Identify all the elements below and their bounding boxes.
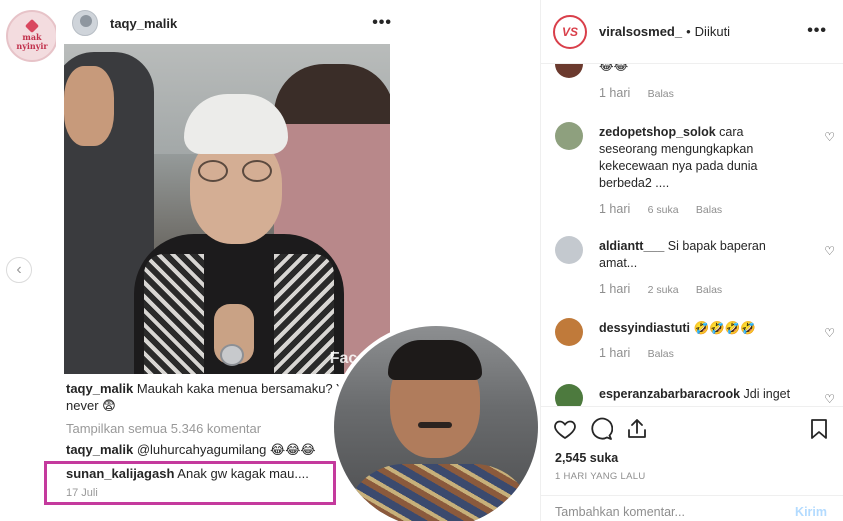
- embedded-avatar: [72, 10, 98, 36]
- comment-time: 1 hari: [599, 202, 631, 216]
- comment-meta: 1 hari 6 suka Balas: [599, 202, 736, 216]
- comment-bubble-icon[interactable]: [589, 417, 613, 441]
- comment-text: 😂😂: [599, 64, 629, 73]
- heart-outline-icon[interactable]: ♡: [824, 392, 835, 406]
- share-upload-icon[interactable]: [625, 417, 649, 441]
- comment-user[interactable]: zedopetshop_solok: [599, 125, 716, 139]
- comment-user[interactable]: dessyindiastuti: [599, 321, 690, 335]
- comments-list[interactable]: 😂😂 1 hari Balas zedopetshop_solok cara s…: [541, 64, 843, 406]
- commenter-avatar[interactable]: [555, 318, 583, 346]
- watermark-logo-line2: nyinyir: [16, 41, 48, 51]
- comment-user[interactable]: esperanzabarbaracrook: [599, 387, 740, 401]
- heart-outline-icon[interactable]: ♡: [824, 130, 835, 144]
- follow-status-button[interactable]: Diikuti: [695, 24, 730, 39]
- comment-meta: 1 hari Balas: [599, 86, 688, 100]
- embedded-caption-user: taqy_malik: [66, 381, 134, 396]
- add-comment-bar: Tambahkan komentar... Kirim: [541, 495, 843, 521]
- comment-reply-button[interactable]: Balas: [696, 284, 722, 296]
- comment-text: 🤣🤣🤣🤣: [693, 321, 756, 335]
- send-comment-button[interactable]: Kirim: [795, 505, 827, 519]
- embedded-username: taqy_malik: [110, 15, 178, 31]
- embedded-view-all-comments: Tampilkan semua 5.346 komentar: [66, 421, 262, 436]
- post-media: mak nyinyir taqy_malik ••• FaceAr: [0, 0, 541, 521]
- previous-arrow-icon[interactable]: ‹: [6, 257, 32, 283]
- heart-outline-icon[interactable]: ♡: [824, 244, 835, 258]
- commenter-avatar[interactable]: [555, 122, 583, 150]
- like-count[interactable]: 2,545 suka: [555, 451, 618, 465]
- watermark-logo: mak nyinyir: [6, 10, 58, 62]
- comment-meta: 1 hari Balas: [599, 346, 688, 360]
- comment-time: 1 hari: [599, 346, 631, 360]
- comment-reply-button[interactable]: Balas: [648, 348, 674, 360]
- like-heart-icon[interactable]: [553, 417, 577, 441]
- comment-user[interactable]: aldiantt___: [599, 239, 664, 253]
- comment-text: Jdi inget: [743, 387, 791, 401]
- watch-icon: [220, 344, 244, 366]
- embedded-more-icon: •••: [372, 14, 392, 31]
- comment-time: 1 hari: [599, 282, 631, 296]
- bookmark-icon[interactable]: [807, 417, 831, 441]
- embedded-post-header: taqy_malik •••: [72, 8, 392, 38]
- embedded-reply-user: taqy_malik: [66, 442, 134, 457]
- embedded-reply: taqy_malik @luhurcahyagumilang 😂😂😂: [66, 442, 316, 458]
- elderly-man-figure: [134, 94, 344, 374]
- post-sidebar: VS viralsosmed_ • Diikuti ••• 😂😂 1 hari …: [541, 0, 843, 521]
- comment-like-count[interactable]: 2 suka: [648, 284, 679, 296]
- post-actions: 2,545 suka 1 HARI YANG LALU Tambahkan ko…: [541, 406, 843, 521]
- heart-outline-icon[interactable]: ♡: [824, 326, 835, 340]
- inset-portrait: [330, 322, 540, 521]
- highlighted-comment-date: 17 Juli: [66, 487, 98, 499]
- commenter-avatar[interactable]: [555, 384, 583, 406]
- comment-reply-button[interactable]: Balas: [696, 204, 722, 216]
- separator-dot: •: [686, 24, 691, 39]
- post-timestamp[interactable]: 1 HARI YANG LALU: [555, 471, 646, 482]
- highlighted-comment-text: Anak gw kagak mau....: [177, 466, 309, 481]
- comment-meta: 1 hari 2 suka Balas: [599, 282, 736, 296]
- comment-reply-button[interactable]: Balas: [648, 88, 674, 100]
- more-options-icon[interactable]: •••: [807, 22, 827, 40]
- commenter-avatar[interactable]: [555, 236, 583, 264]
- comment-like-count[interactable]: 6 suka: [648, 204, 679, 216]
- highlighted-comment: sunan_kalijagash Anak gw kagak mau....: [66, 466, 309, 481]
- highlighted-comment-user: sunan_kalijagash: [66, 466, 175, 481]
- embedded-reply-emoji: 😂😂😂: [270, 442, 316, 457]
- commenter-avatar[interactable]: [555, 64, 583, 78]
- comment-time: 1 hari: [599, 86, 631, 100]
- post-header: VS viralsosmed_ • Diikuti •••: [541, 0, 843, 64]
- account-avatar-badge: VS: [561, 24, 578, 39]
- heart-icon: [24, 18, 40, 34]
- embedded-photo: FaceAr: [64, 44, 390, 374]
- comment-input[interactable]: Tambahkan komentar...: [555, 505, 685, 519]
- account-avatar[interactable]: VS: [553, 14, 587, 49]
- embedded-reply-mention: @luhurcahyagumilang: [136, 442, 267, 457]
- account-username[interactable]: viralsosmed_: [599, 24, 682, 39]
